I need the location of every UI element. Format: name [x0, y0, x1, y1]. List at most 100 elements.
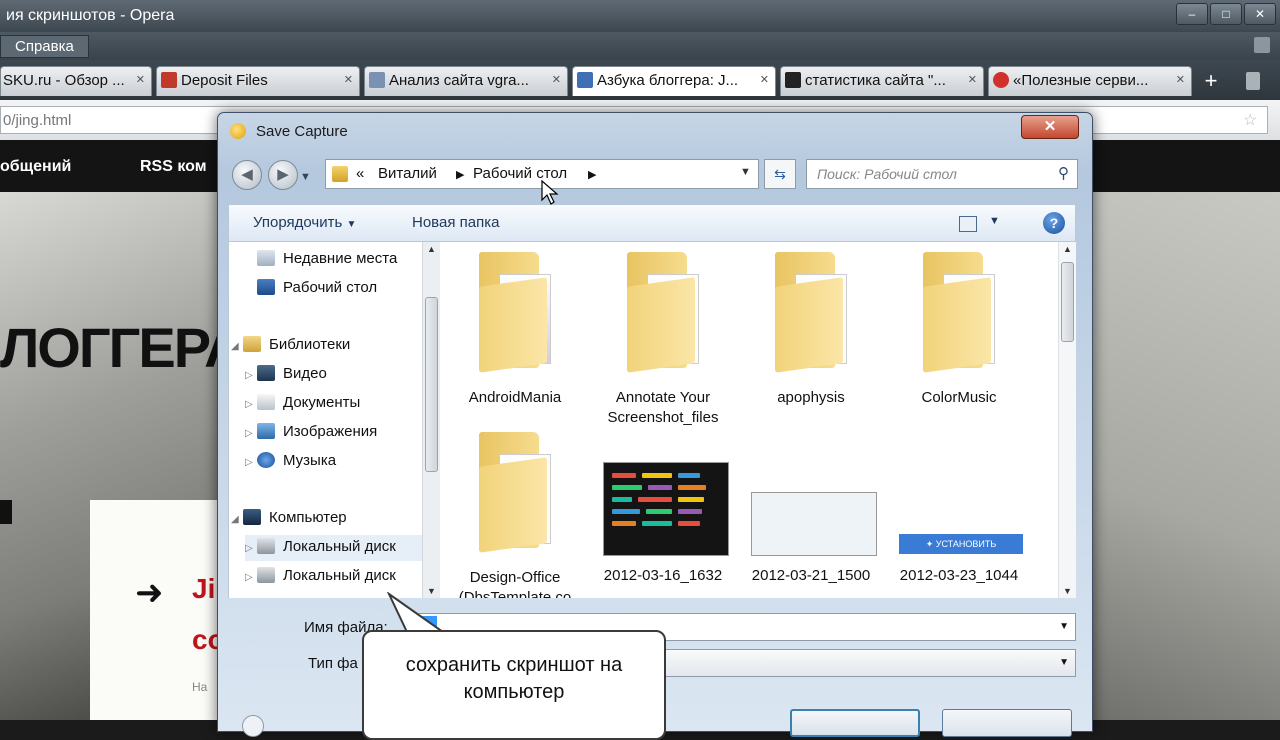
local-disk-icon [257, 538, 275, 554]
close-tab-icon[interactable]: ✕ [760, 73, 769, 86]
bookmark-star-icon[interactable]: ☆ [1243, 110, 1257, 130]
folder-icon [775, 252, 857, 373]
refresh-button[interactable]: ⇆ [764, 159, 796, 189]
tab-label: Deposit Files [181, 72, 268, 89]
hide-folders-icon[interactable] [242, 715, 264, 737]
sidebar-item-computer[interactable]: ◢ Компьютер [231, 509, 347, 526]
pictures-icon [257, 423, 275, 439]
expand-arrow-icon[interactable]: ◢ [231, 341, 243, 352]
expand-arrow-icon[interactable]: ▷ [245, 428, 257, 439]
sidebar-item-label: Рабочий стол [283, 279, 378, 296]
jing-sun-icon [230, 123, 246, 139]
thumbnail-install-button: ✦ УСТАНОВИТЬ [899, 534, 1023, 554]
tab-4-active[interactable]: Азбука блоггера: J... ✕ [572, 66, 776, 96]
help-icon[interactable]: ? [1043, 212, 1065, 234]
minimize-button[interactable]: – [1176, 3, 1208, 25]
tab-2[interactable]: Deposit Files ✕ [156, 66, 360, 96]
deposit-files-favicon-icon [161, 72, 177, 88]
maximize-button[interactable]: □ [1210, 3, 1242, 25]
tab-1[interactable]: SKU.ru - Обзор ... ✕ [0, 66, 152, 96]
chevron-down-icon[interactable]: ▼ [1059, 621, 1069, 632]
post-heading[interactable]: Ji [192, 573, 215, 605]
close-tab-icon[interactable]: ✕ [1176, 73, 1185, 86]
forward-button[interactable]: ▶ [268, 160, 298, 190]
menu-help[interactable]: Справка [0, 35, 89, 58]
new-folder-button[interactable]: Новая папка [412, 214, 499, 231]
video-icon [257, 365, 275, 381]
expand-arrow-icon[interactable]: ▷ [245, 543, 257, 554]
cancel-button[interactable] [942, 709, 1072, 737]
breadcrumb-overflow[interactable]: « [356, 165, 364, 182]
organize-menu[interactable]: Упорядочить ▼ [253, 214, 356, 231]
close-window-button[interactable]: ✕ [1244, 3, 1276, 25]
site-nav-item[interactable]: общений [0, 158, 71, 176]
scroll-thumb[interactable] [1061, 262, 1074, 342]
dialog-close-button[interactable]: ✕ [1021, 115, 1079, 139]
browser-title: ия скриншотов - Opera [6, 7, 175, 24]
file-list: AndroidMania Annotate Your Screenshot_fi… [440, 242, 1058, 598]
blog-favicon-icon [577, 72, 593, 88]
file-name: Annotate Your Screenshot_files [607, 389, 719, 426]
new-tab-plus-icon[interactable]: + [1198, 68, 1224, 94]
breadcrumb-separator-icon[interactable]: ▶ [456, 168, 464, 181]
scroll-up-icon[interactable]: ▲ [427, 244, 436, 254]
recent-places-icon [257, 250, 275, 266]
tab-5[interactable]: статистика сайта "... ✕ [780, 66, 984, 96]
expand-arrow-icon[interactable]: ▷ [245, 572, 257, 583]
breadcrumb-item-user[interactable]: Виталий [378, 165, 437, 182]
panel-toggle-icon[interactable] [1254, 37, 1270, 53]
close-tab-icon[interactable]: ✕ [136, 73, 145, 86]
expand-arrow-icon[interactable]: ▷ [245, 399, 257, 410]
site-background-art [1090, 192, 1280, 720]
close-tab-icon[interactable]: ✕ [552, 73, 561, 86]
view-options-icon[interactable] [959, 216, 977, 232]
chevron-down-icon[interactable]: ▼ [989, 215, 1000, 227]
sidebar-item-local-disk-d[interactable]: ▷ Локальный диск [245, 567, 396, 584]
folder-icon [627, 252, 709, 373]
breadcrumb-separator-icon[interactable]: ▶ [588, 168, 596, 181]
navigation-scrollbar[interactable]: ▲ ▼ [422, 242, 440, 598]
save-button[interactable] [790, 709, 920, 737]
tab-label: Анализ сайта vgra... [389, 72, 529, 89]
sidebar-item-label: Библиотеки [269, 336, 351, 353]
file-name: Design-Office (DbsTemplate.co [458, 569, 572, 598]
tab-label: «Полезные серви... [1013, 72, 1149, 89]
scroll-down-icon[interactable]: ▼ [1063, 586, 1072, 596]
scroll-thumb[interactable] [425, 297, 438, 472]
tab-label: SKU.ru - Обзор ... [3, 72, 125, 89]
file-list-scrollbar[interactable]: ▲ ▼ [1058, 242, 1076, 598]
sidebar-item-local-disk-c[interactable]: ▷ Локальный диск [245, 535, 422, 561]
file-name: 2012-03-23_1044 [899, 567, 1019, 584]
close-tab-icon[interactable]: ✕ [344, 73, 353, 86]
site-nav-item[interactable]: RSS ком [140, 158, 207, 176]
search-input[interactable]: Поиск: Рабочий стол ⚲ [806, 159, 1078, 189]
dialog-title: Save Capture [256, 123, 348, 140]
expand-arrow-icon[interactable]: ▷ [245, 457, 257, 468]
sidebar-item-video[interactable]: ▷ Видео [245, 365, 327, 382]
trash-icon[interactable] [1246, 72, 1260, 90]
scroll-up-icon[interactable]: ▲ [1063, 244, 1072, 254]
arrow-icon [0, 500, 12, 524]
file-name: 2012-03-21_1500 [751, 567, 871, 584]
sidebar-item-pictures[interactable]: ▷ Изображения [245, 423, 377, 440]
folder-icon [479, 432, 561, 553]
sidebar-item-libraries[interactable]: ◢ Библиотеки [231, 336, 350, 353]
history-dropdown-icon[interactable]: ▼ [300, 171, 311, 183]
sidebar-item-documents[interactable]: ▷ Документы [245, 394, 360, 411]
libraries-icon [243, 336, 261, 352]
post-meta: На [192, 680, 208, 694]
tab-6[interactable]: «Полезные серви... ✕ [988, 66, 1192, 96]
desktop-folder-icon [332, 166, 348, 182]
close-tab-icon[interactable]: ✕ [968, 73, 977, 86]
sidebar-item-music[interactable]: ▷ Музыка [245, 452, 336, 469]
expand-arrow-icon[interactable]: ▷ [245, 370, 257, 381]
expand-arrow-icon[interactable]: ◢ [231, 514, 243, 525]
breadcrumb-dropdown-icon[interactable]: ▼ [740, 166, 751, 178]
back-button[interactable]: ◀ [232, 160, 262, 190]
site-favicon-icon [369, 72, 385, 88]
sidebar-item-desktop[interactable]: Рабочий стол [257, 279, 377, 296]
sidebar-item-recent[interactable]: Недавние места [257, 250, 397, 267]
chevron-down-icon[interactable]: ▼ [1059, 657, 1069, 668]
file-name: AndroidMania [468, 389, 562, 406]
tab-3[interactable]: Анализ сайта vgra... ✕ [364, 66, 568, 96]
